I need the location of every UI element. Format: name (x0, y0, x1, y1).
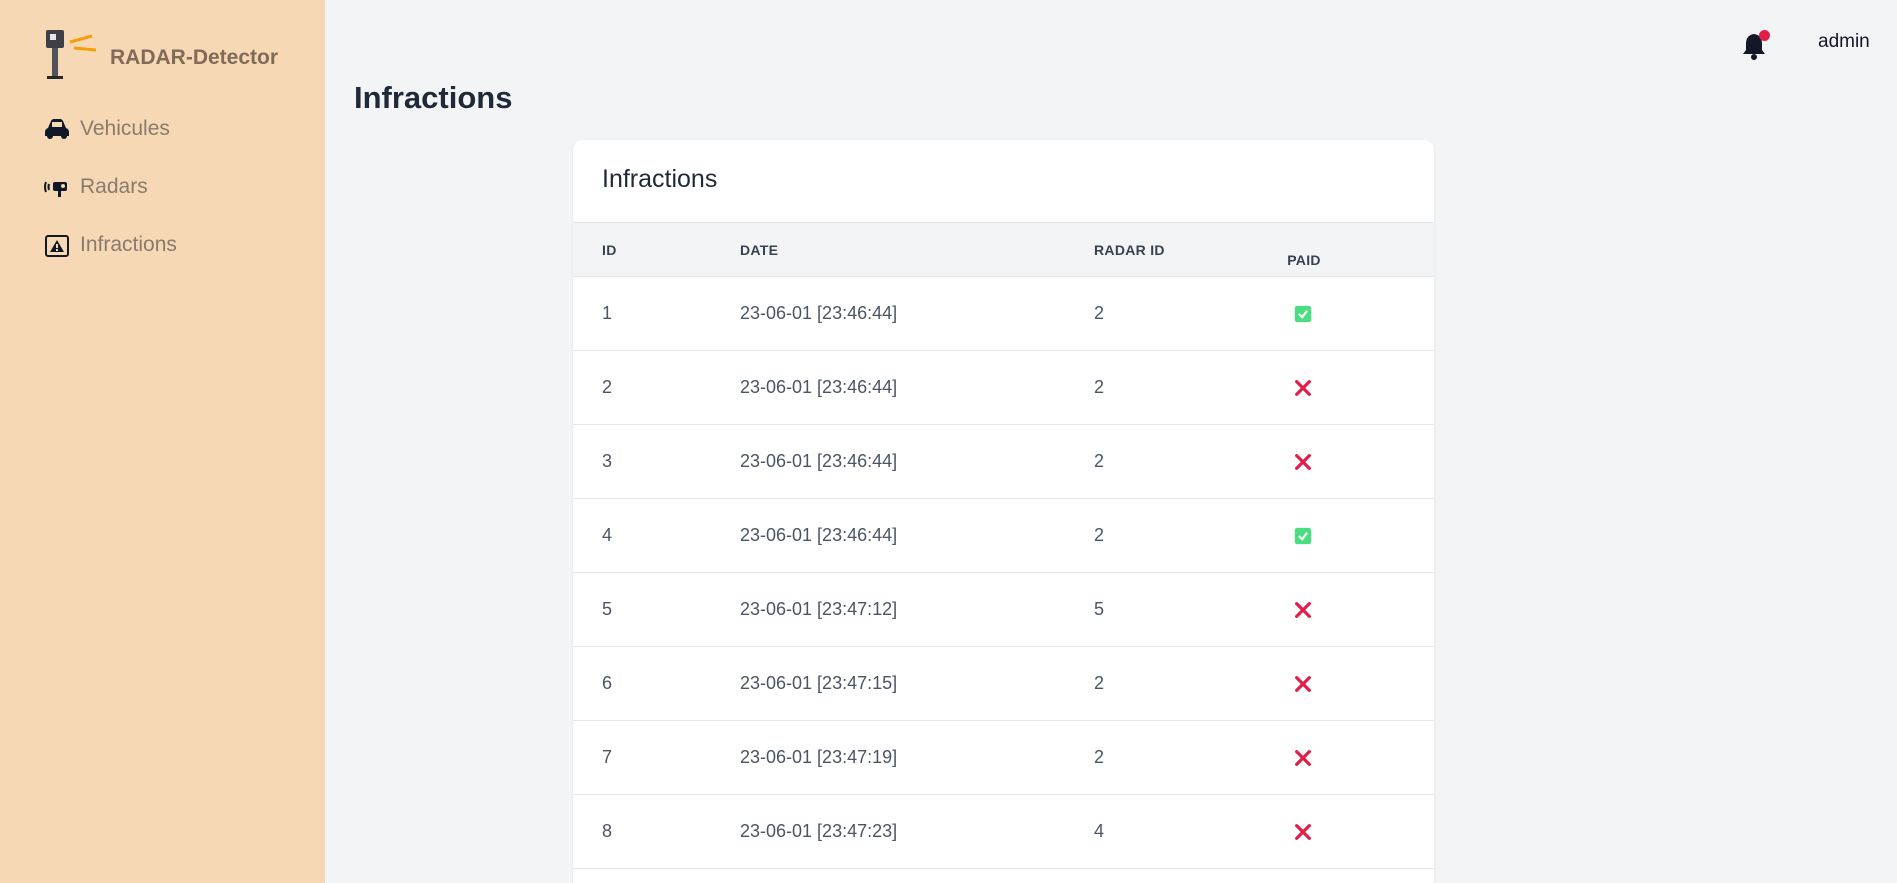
unpaid-cross-icon (1292, 377, 1314, 399)
sidebar-item-label: Vehicules (80, 117, 170, 140)
table-row[interactable]: 1 23-06-01 [23:46:44] 2 (573, 277, 1434, 351)
sidebar-item-infractions[interactable]: Infractions (44, 216, 177, 274)
page-title: Infractions (354, 80, 513, 115)
paid-check-icon (1292, 525, 1314, 547)
cell-id: 8 (602, 821, 613, 841)
table-row[interactable]: 7 23-06-01 [23:47:19] 2 (573, 721, 1434, 795)
warning-ticket-icon (44, 232, 70, 258)
unpaid-cross-icon (1292, 747, 1314, 769)
unpaid-cross-icon (1292, 821, 1314, 843)
table-row[interactable]: 6 23-06-01 [23:47:15] 2 (573, 647, 1434, 721)
sidebar-item-label: Radars (80, 175, 148, 198)
column-header-date: DATE (740, 242, 779, 258)
paid-check-icon (1292, 303, 1314, 325)
sidebar: RADAR-Detector Vehicules Radars Infracti… (0, 0, 325, 883)
cell-id: 1 (602, 303, 613, 323)
notification-badge (1759, 30, 1770, 41)
cell-date: 23-06-01 [23:47:15] (740, 673, 898, 693)
brand[interactable]: RADAR-Detector (44, 28, 278, 80)
cell-id: 3 (602, 451, 613, 471)
unpaid-cross-icon (1292, 451, 1314, 473)
unpaid-cross-icon (1292, 673, 1314, 695)
card-title: Infractions (602, 165, 718, 193)
sidebar-nav: Vehicules Radars Infractions (44, 100, 177, 274)
cell-date: 23-06-01 [23:46:44] (740, 377, 898, 397)
table-row[interactable]: 8 23-06-01 [23:47:23] 4 (573, 795, 1434, 869)
user-menu[interactable]: admin (1818, 31, 1870, 53)
car-icon (44, 116, 70, 142)
table-row[interactable]: 2 23-06-01 [23:46:44] 2 (573, 351, 1434, 425)
cell-date: 23-06-01 [23:47:23] (740, 821, 898, 841)
cell-radar-id: 5 (1094, 599, 1105, 619)
cell-id: 6 (602, 673, 613, 693)
radar-logo-icon (46, 30, 97, 79)
cell-radar-id: 2 (1094, 303, 1105, 323)
sidebar-item-vehicules[interactable]: Vehicules (44, 100, 177, 158)
cell-id: 2 (602, 377, 613, 397)
sidebar-item-radars[interactable]: Radars (44, 158, 177, 216)
cell-date: 23-06-01 [23:47:19] (740, 747, 898, 767)
cell-radar-id: 2 (1094, 377, 1105, 397)
infractions-card: Infractions ID DATE RADAR ID PAID 1 23-06… (573, 140, 1434, 883)
table-row[interactable]: 5 23-06-01 [23:47:12] 5 (573, 573, 1434, 647)
table-header: ID DATE RADAR ID PAID (573, 222, 1434, 277)
cell-radar-id: 4 (1094, 821, 1105, 841)
cell-date: 23-06-01 [23:47:12] (740, 599, 898, 619)
radar-camera-icon (44, 174, 70, 200)
column-header-id: ID (602, 242, 617, 258)
unpaid-cross-icon (1292, 599, 1314, 621)
brand-name: RADAR-Detector (110, 46, 279, 69)
cell-id: 5 (602, 599, 613, 619)
cell-radar-id: 2 (1094, 747, 1105, 767)
table-row[interactable]: 3 23-06-01 [23:46:44] 2 (573, 425, 1434, 499)
cell-date: 23-06-01 [23:46:44] (740, 303, 898, 323)
column-header-radar-id: RADAR ID (1094, 242, 1165, 258)
cell-radar-id: 2 (1094, 451, 1105, 471)
cell-id: 4 (602, 525, 613, 545)
cell-radar-id: 2 (1094, 525, 1105, 545)
sidebar-item-label: Infractions (80, 233, 177, 256)
cell-id: 7 (602, 747, 613, 767)
column-header-paid: PAID (1287, 252, 1321, 268)
cell-date: 23-06-01 [23:46:44] (740, 451, 898, 471)
cell-radar-id: 2 (1094, 673, 1105, 693)
cell-date: 23-06-01 [23:46:44] (740, 525, 898, 545)
table-row[interactable]: 4 23-06-01 [23:46:44] 2 (573, 499, 1434, 573)
notifications-button[interactable] (1742, 30, 1770, 60)
